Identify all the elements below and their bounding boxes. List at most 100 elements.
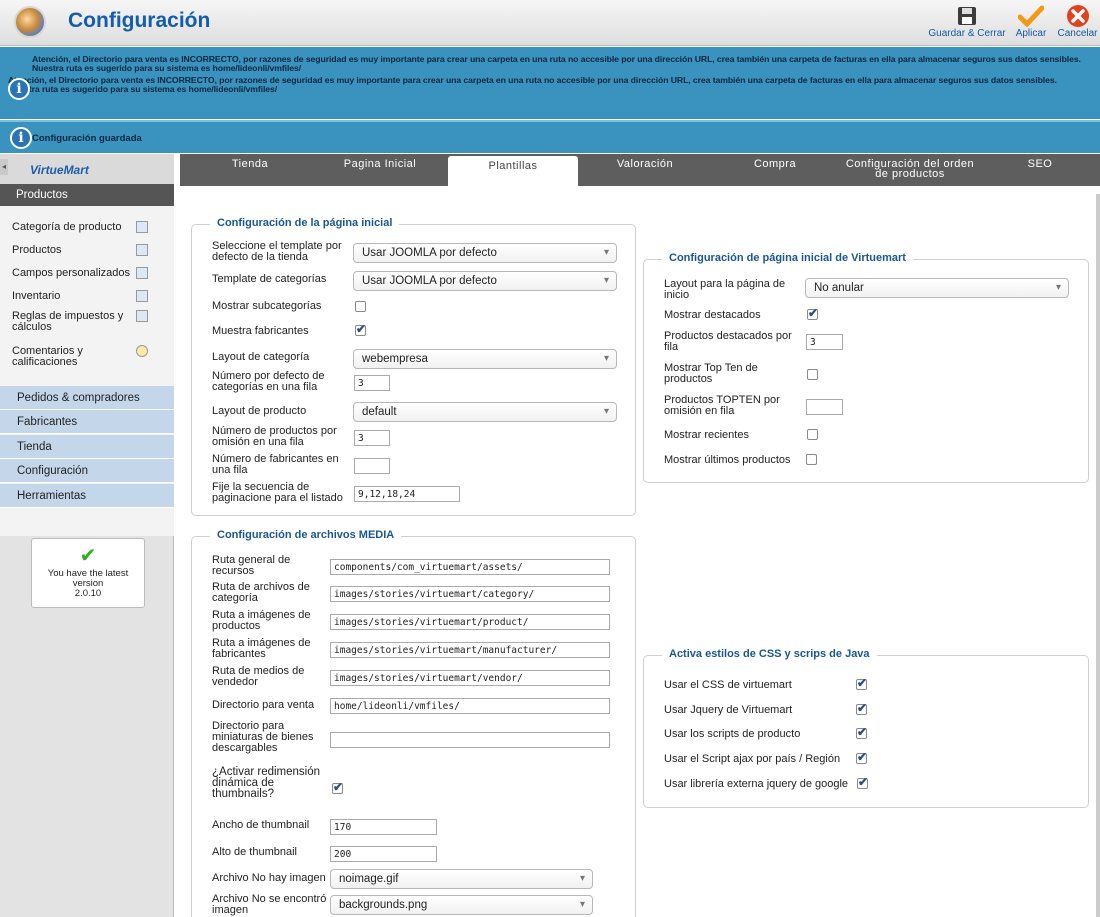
tab-content: Configuración de la página inicial Selec… <box>180 186 1100 917</box>
pagination-input[interactable]: 9,12,18,24 <box>354 486 460 502</box>
info-icon: i <box>10 127 32 149</box>
frontpage-fieldset: Configuración de la página inicial Selec… <box>191 217 636 516</box>
page-title: Configuración <box>68 9 211 32</box>
cancel-icon <box>1066 5 1089 27</box>
inventory-icon <box>136 290 148 302</box>
tab-compra[interactable]: Compra <box>715 154 835 186</box>
not-found-label: Archivo No se encontró imagen <box>212 893 327 916</box>
green-check-icon: ✔ <box>79 545 97 567</box>
template-select[interactable]: Usar JOOMLA por defecto <box>353 243 617 263</box>
cancel-label: Cancelar <box>1057 28 1098 39</box>
cats-per-row-label: Número por defecto de categorías en una … <box>212 370 325 393</box>
saved-message: i Configuración guardada <box>0 120 1100 153</box>
product-scripts-checkbox[interactable] <box>856 725 867 739</box>
vm-jquery-checkbox[interactable] <box>856 701 867 715</box>
prod-path-label: Ruta a imágenes de productos <box>212 609 311 632</box>
show-mf-label: Muestra fabricantes <box>212 325 309 337</box>
taxes-icon <box>136 310 148 322</box>
scrollbar[interactable] <box>1096 194 1100 917</box>
cat-template-select[interactable]: Usar JOOMLA por defecto <box>353 271 617 291</box>
sidebar-item-taxes[interactable]: Reglas de impuestos y cálculos <box>12 311 128 333</box>
ajax-script-checkbox[interactable] <box>856 750 867 764</box>
assets-label: Ruta general de recursos <box>212 554 291 577</box>
media-fieldset: Configuración de archivos MEDIA Ruta gen… <box>191 529 636 917</box>
cat-path-input[interactable]: images/stories/virtuemart/category/ <box>330 586 610 602</box>
featured-rows-label: Productos destacados por fila <box>664 330 792 353</box>
tab-tienda[interactable]: Tienda <box>190 154 310 186</box>
thumb-width-label: Ancho de thumbnail <box>212 819 310 831</box>
sidebar-item-inventory[interactable]: Inventario <box>12 291 60 302</box>
mf-per-row-label: Número de fabricantes en una fila <box>212 453 339 476</box>
sale-dir-input[interactable]: home/lideonli/vmfiles/ <box>330 698 610 714</box>
show-mf-checkbox[interactable] <box>355 322 366 336</box>
thumb-dir-input[interactable] <box>330 732 610 748</box>
cats-per-row-input[interactable]: 3 <box>354 375 390 391</box>
vm-css-checkbox[interactable] <box>856 676 867 690</box>
vm-layout-select[interactable]: No anular <box>805 278 1069 298</box>
google-jquery-checkbox[interactable] <box>857 775 868 789</box>
logo-text: VirtueMart <box>30 163 89 177</box>
saved-text: Configuración guardada <box>32 133 142 144</box>
no-image-select[interactable]: noimage.gif <box>330 869 593 889</box>
floppy-disk-icon <box>958 7 976 25</box>
show-subcats-label: Mostrar subcategorías <box>212 300 322 312</box>
template-label: Seleccione el template por defecto de la… <box>212 240 342 263</box>
apply-button[interactable]: Aplicar <box>1013 4 1049 39</box>
mf-per-row-input[interactable] <box>354 458 390 474</box>
tab-plantillas[interactable]: Plantillas <box>448 156 578 186</box>
not-found-select[interactable]: backgrounds.png <box>330 895 593 915</box>
save-close-button[interactable]: Guardar & Cerrar <box>928 4 1006 39</box>
apply-label: Aplicar <box>1015 28 1047 39</box>
virtuemart-logo: ◂ VirtueMart <box>0 154 174 184</box>
vendor-path-input[interactable]: images/stories/virtuemart/vendor/ <box>330 670 610 686</box>
show-subcats-checkbox[interactable] <box>355 301 366 312</box>
thumb-dir-label: Directorio para miniaturas de bienes des… <box>212 720 314 754</box>
tab-valoracion[interactable]: Valoración <box>585 154 705 186</box>
prod-path-input[interactable]: images/stories/virtuemart/product/ <box>330 614 610 630</box>
topten-checkbox[interactable] <box>807 369 818 380</box>
topten-label: Mostrar Top Ten de productos <box>664 362 758 385</box>
sidebar-item-configuration[interactable]: Configuración <box>0 459 174 483</box>
sale-dir-label: Directorio para venta <box>212 699 315 711</box>
thumb-height-input[interactable]: 200 <box>330 846 437 862</box>
featured-rows-input[interactable]: 3 <box>806 334 843 350</box>
sidebar-item-category[interactable]: Categoría de producto <box>12 222 121 233</box>
google-jquery-label: Usar librería externa jquery de google <box>664 778 849 790</box>
sidebar-item-manufacturers[interactable]: Fabricantes <box>0 410 174 434</box>
prods-per-row-label: Número de productos por omisión en una f… <box>212 425 337 448</box>
vm-css-label: Usar el CSS de virtuemart <box>664 679 792 691</box>
sidebar-item-reviews[interactable]: Comentarios y calificaciones <box>12 346 116 368</box>
sidebar-item-custom-fields[interactable]: Campos personalizados <box>12 268 130 279</box>
topten-rows-input[interactable] <box>806 399 843 415</box>
mf-path-label: Ruta a imágenes de fabricantes <box>212 637 311 660</box>
assets-input[interactable]: components/com_virtuemart/assets/ <box>330 559 610 575</box>
media-legend: Configuración de archivos MEDIA <box>210 529 402 541</box>
tab-orden-productos[interactable]: Configuración del orden de productos <box>840 154 980 186</box>
prod-layout-select[interactable]: default <box>353 402 617 422</box>
comment-bubble-icon <box>136 345 148 357</box>
featured-checkbox[interactable] <box>807 306 818 320</box>
sidebar-item-tools[interactable]: Herramientas <box>0 484 174 508</box>
sidebar-item-orders[interactable]: Pedidos & compradores <box>0 386 174 410</box>
resize-checkbox[interactable] <box>332 780 343 794</box>
checkmark-icon <box>1018 5 1044 27</box>
tab-pagina-inicial[interactable]: Pagina Inicial <box>320 154 440 186</box>
css-js-fieldset: Activa estilos de CSS y scrips de Java U… <box>643 648 1089 808</box>
frontpage-legend: Configuración de la página inicial <box>210 217 400 229</box>
cat-layout-select[interactable]: webempresa <box>353 349 617 369</box>
prod-layout-label: Layout de producto <box>212 405 307 417</box>
thumb-width-input[interactable]: 170 <box>330 819 437 835</box>
thumb-height-label: Alto de thumbnail <box>212 846 297 858</box>
sidebar-item-shop[interactable]: Tienda <box>0 435 174 459</box>
tab-seo[interactable]: SEO <box>990 154 1090 186</box>
recent-checkbox[interactable] <box>807 429 818 440</box>
prods-per-row-input[interactable]: 3 <box>354 430 390 446</box>
sidebar-section-products[interactable]: Productos <box>0 184 174 206</box>
latest-checkbox[interactable] <box>806 454 817 465</box>
sidebar-item-products[interactable]: Productos <box>12 245 62 256</box>
collapse-arrow-icon[interactable]: ◂ <box>0 159 8 175</box>
mf-path-input[interactable]: images/stories/virtuemart/manufacturer/ <box>330 642 610 658</box>
cancel-button[interactable]: Cancelar <box>1055 4 1100 39</box>
warning-text-2: Atención, el Directorio para venta es IN… <box>8 75 1057 94</box>
ajax-script-label: Usar el Script ajax por país / Región <box>664 753 841 765</box>
